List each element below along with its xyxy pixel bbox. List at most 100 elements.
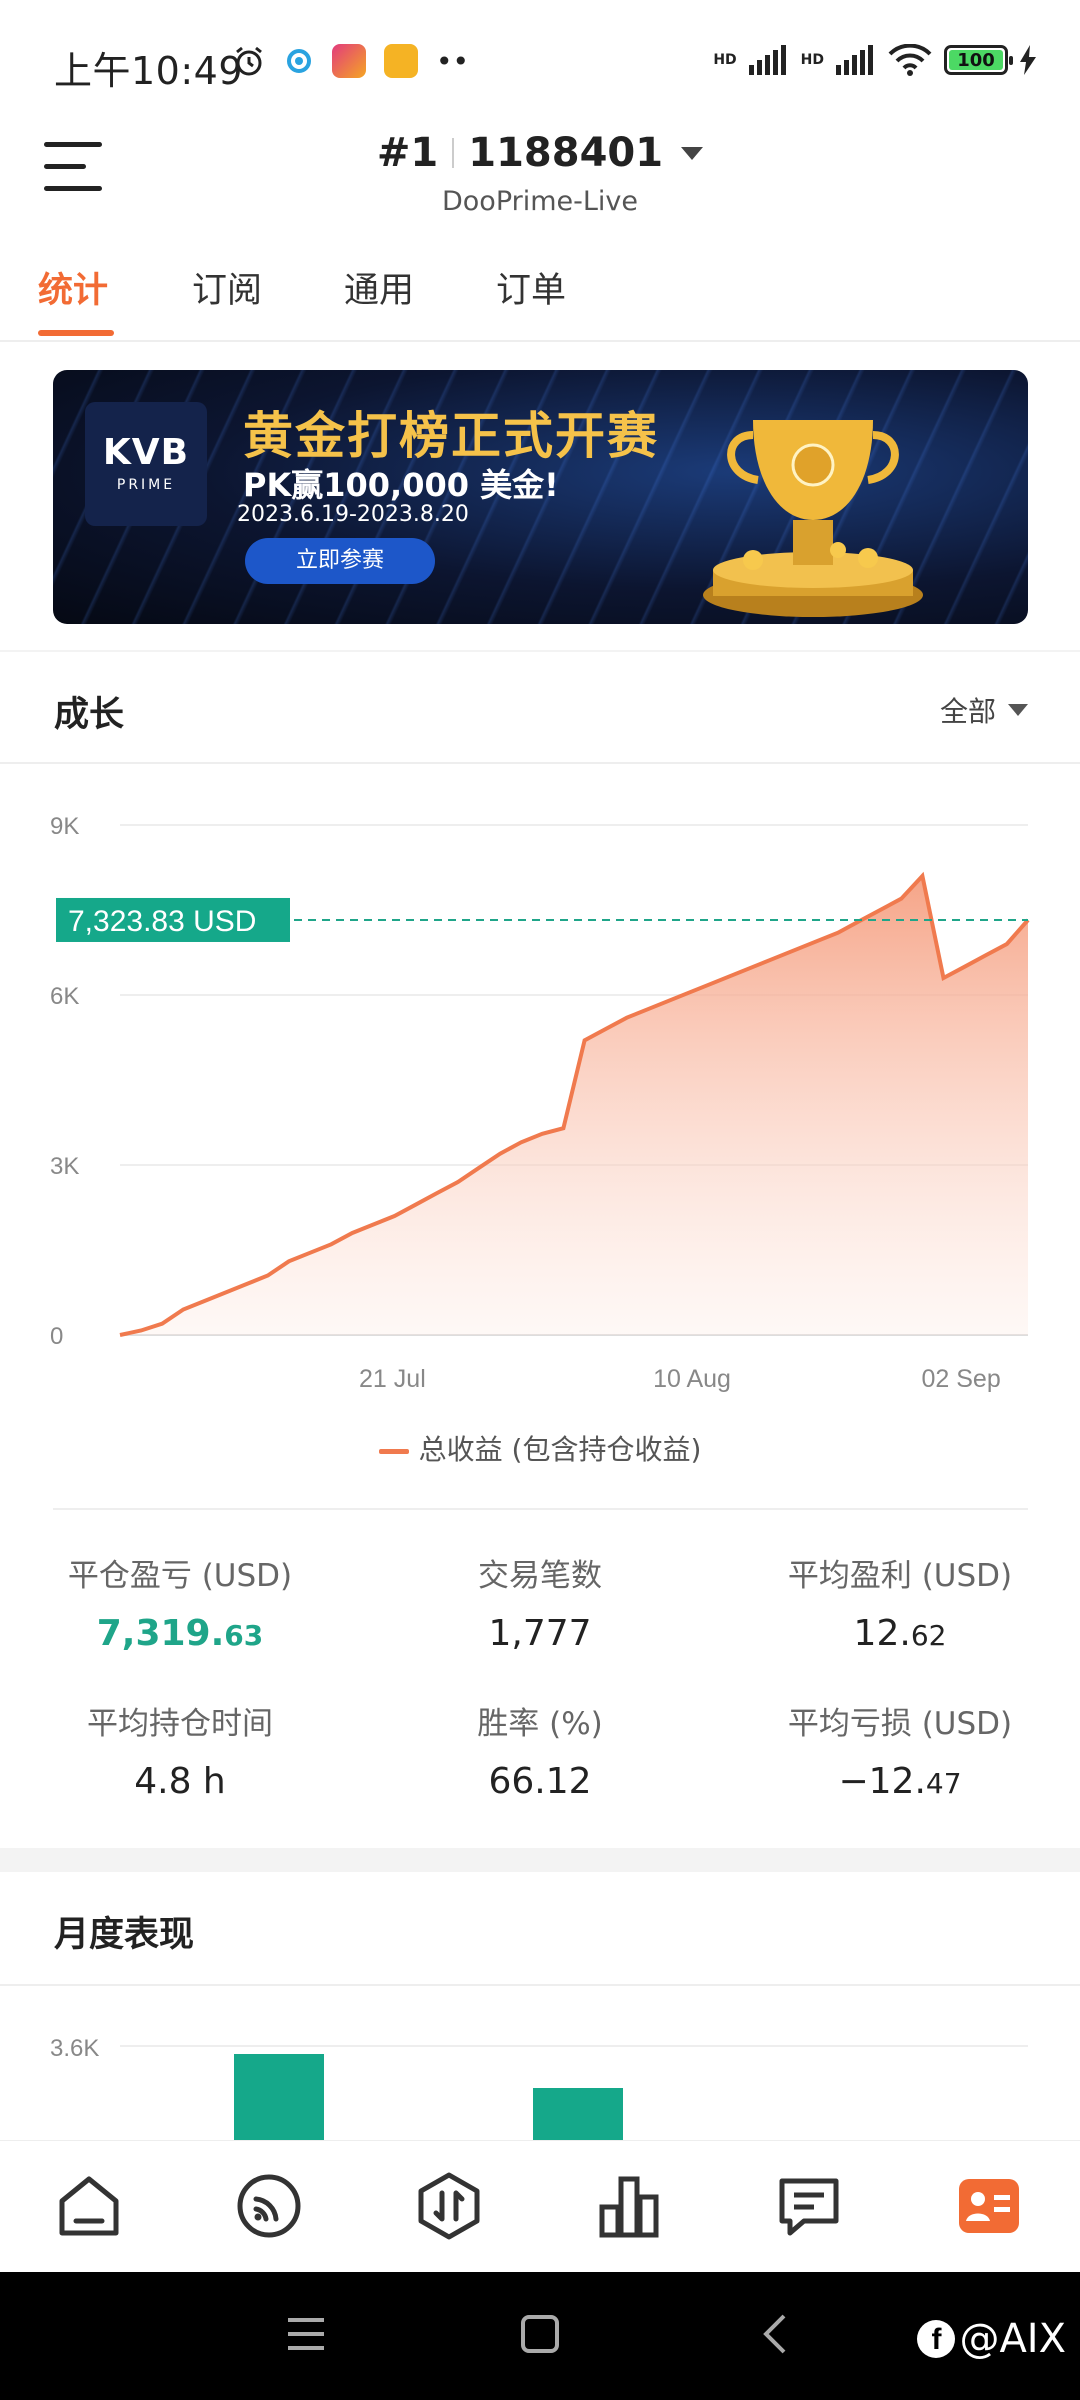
y-tick-label: 9K (50, 813, 79, 840)
logo-sub-text: PRIME (116, 477, 176, 493)
battery-icon: 100 (944, 45, 1013, 75)
tab-bar: 统计 订阅 通用 订单 (0, 262, 1080, 342)
period-filter-label: 全部 (939, 695, 996, 728)
home-icon[interactable] (54, 2171, 124, 2241)
stat-closed-pnl: 平仓盈亏 (USD) 7,319.63 (0, 1550, 360, 1654)
stat-label: 交易笔数 (478, 1558, 602, 1594)
stat-label: 平仓盈亏 (USD) (67, 1558, 293, 1594)
watermark-text: @AIX (959, 2316, 1066, 2362)
monthly-bar[interactable] (234, 2054, 324, 2140)
battery-level: 100 (957, 49, 995, 71)
trophy-icon (703, 420, 923, 617)
stat-value-main: 12. (853, 1613, 911, 1654)
market-chart-icon[interactable] (594, 2171, 664, 2241)
section-divider (0, 650, 1080, 652)
legend-swatch (378, 1448, 409, 1454)
app-header: #1 1188401 DooPrime-Live (0, 130, 1080, 230)
promo-banner[interactable]: KVB PRIME 黄金打榜正式开赛 PK赢100,000 美金! 2023.6… (53, 370, 1028, 624)
tab-subscribe[interactable]: 订阅 (192, 262, 262, 313)
kvb-logo: KVB PRIME (85, 402, 207, 526)
stat-label: 平均盈利 (USD) (787, 1558, 1013, 1594)
stat-value: 66.12 (360, 1761, 720, 1802)
legend-label: 总收益 (包含持仓收益) (418, 1433, 702, 1466)
status-right-icons: HD HD 100 (713, 44, 1036, 76)
stat-avg-holding-time: 平均持仓时间 4.8 h (0, 1698, 360, 1802)
watermark: f @AIX (917, 2316, 1066, 2362)
stat-value: 7,319.63 (0, 1613, 360, 1654)
x-tick-label: 10 Aug (653, 1365, 731, 1393)
stat-trade-count: 交易笔数 1,777 (360, 1550, 720, 1654)
cell-signal-icon-2 (836, 45, 873, 75)
account-selector[interactable]: #1 1188401 DooPrime-Live (0, 130, 1080, 217)
stat-label: 平均持仓时间 (87, 1706, 273, 1742)
logo-main-text: KVB (102, 432, 190, 473)
stat-value-main: 1,777 (488, 1613, 592, 1654)
app-notification-icon (332, 44, 366, 78)
message-notification-icon (384, 44, 418, 78)
section-divider (0, 1984, 1080, 1986)
banner-subtitle: PK赢100,000 美金! (243, 466, 559, 504)
stat-value: 12.62 (720, 1613, 1080, 1654)
x-tick-label: 21 Jul (359, 1365, 426, 1393)
stat-value: 1,777 (360, 1613, 720, 1654)
current-value-label: 7,323.83 USD (68, 905, 256, 938)
signal-icon[interactable] (234, 2171, 304, 2241)
stat-value-main: 66.12 (488, 1761, 592, 1802)
trade-icon[interactable] (414, 2171, 484, 2241)
chevron-down-icon (1008, 704, 1028, 716)
monthly-chart[interactable]: 3.6K (0, 1996, 1080, 2140)
stat-avg-loss: 平均亏损 (USD) −12.47 (720, 1698, 1080, 1802)
section-gap (0, 1848, 1080, 1872)
stat-label: 平均亏损 (USD) (787, 1706, 1013, 1742)
stat-value: −12.47 (720, 1761, 1080, 1802)
monthly-y-tick: 3.6K (50, 2035, 99, 2062)
stat-label: 胜率 (%) (477, 1706, 603, 1742)
message-icon[interactable] (774, 2171, 844, 2241)
active-tab-indicator (38, 330, 114, 336)
section-divider (53, 1508, 1028, 1510)
stat-win-rate: 胜率 (%) 66.12 (360, 1698, 720, 1802)
stats-grid: 平仓盈亏 (USD) 7,319.63 交易笔数 1,777 平均盈利 (USD… (0, 1550, 1080, 1820)
tab-statistics[interactable]: 统计 (38, 262, 108, 313)
y-tick-label: 3K (50, 1153, 79, 1180)
status-left-icons: •• (232, 44, 469, 78)
account-server: DooPrime-Live (441, 186, 639, 217)
home-button[interactable] (520, 2314, 560, 2354)
china-mobile-icon (287, 49, 311, 73)
banner-date-range: 2023.6.19-2023.8.20 (237, 502, 469, 527)
monthly-title: 月度表现 (54, 1915, 195, 1955)
section-divider (0, 762, 1080, 764)
stat-value-decimal: 47 (925, 1767, 962, 1800)
tab-orders[interactable]: 订单 (496, 262, 566, 313)
charging-icon (1020, 45, 1036, 75)
account-rank: #1 (376, 130, 439, 176)
stat-value-main: 4.8 h (134, 1761, 226, 1802)
chart-legend: 总收益 (包含持仓收益) (0, 1428, 1080, 1468)
join-contest-button[interactable]: 立即参赛 (245, 538, 435, 584)
back-button[interactable] (756, 2314, 796, 2354)
account-id: 1188401 (468, 130, 664, 176)
cell-signal-icon (748, 45, 786, 75)
signal-hd-label: HD (713, 52, 737, 68)
profile-card-icon[interactable] (954, 2171, 1024, 2241)
y-tick-label: 6K (50, 983, 79, 1010)
stat-value: 4.8 h (0, 1761, 360, 1802)
stat-avg-profit: 平均盈利 (USD) 12.62 (720, 1550, 1080, 1654)
chevron-down-icon (681, 146, 704, 160)
growth-title: 成长 (54, 695, 125, 735)
y-tick-label: 0 (50, 1323, 63, 1350)
account-separator (452, 138, 455, 168)
monthly-bar[interactable] (533, 2088, 623, 2140)
banner-title: 黄金打榜正式开赛 (243, 407, 659, 465)
period-filter[interactable]: 全部 (940, 690, 1028, 730)
status-bar: 上午10:49 •• HD HD 100 (0, 0, 1080, 130)
growth-chart[interactable]: 7,323.83 USD 0 3K 6K 9K 21 Jul 10 Aug 02 Sep (0, 770, 1080, 1470)
alarm-icon (236, 46, 262, 76)
more-notifications-icon: •• (436, 44, 470, 78)
stat-value-main: 7,319. (96, 1613, 225, 1654)
wifi-icon (888, 44, 932, 76)
recents-button[interactable] (286, 2314, 326, 2354)
stat-value-decimal: 62 (910, 1619, 947, 1652)
tab-general[interactable]: 通用 (344, 262, 414, 313)
stat-value-main: −12. (838, 1761, 926, 1802)
